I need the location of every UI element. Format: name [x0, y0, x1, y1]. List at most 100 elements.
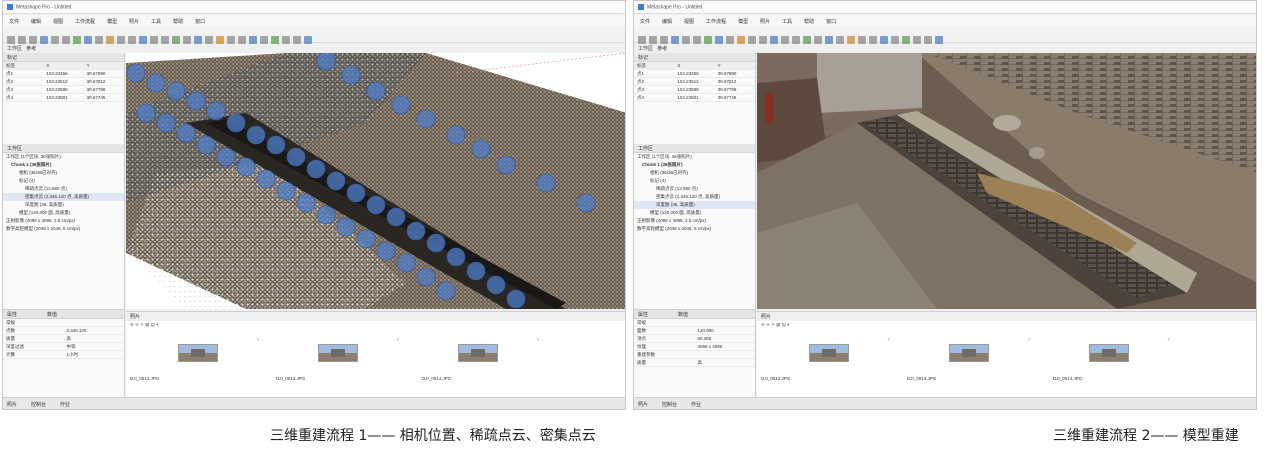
toolbar-tool-icon[interactable] [128, 36, 136, 44]
tab-reference[interactable]: 参考 [26, 46, 36, 52]
camera-marker[interactable] [466, 261, 486, 281]
camera-marker[interactable] [136, 103, 156, 123]
tab-console[interactable]: 控制台 [31, 402, 46, 408]
tree-item[interactable]: 深度图 (36, 高质量) [3, 201, 124, 209]
toolbar-tool-icon[interactable] [62, 36, 70, 44]
3d-viewport-textured-model[interactable] [757, 53, 1256, 309]
tree-item[interactable]: 标记 (4) [3, 177, 124, 185]
table-row[interactable]: 点3 104.23588 30.67798 [3, 86, 124, 94]
toolbar-tool-icon[interactable] [117, 36, 125, 44]
toolbar-tool-icon[interactable] [682, 36, 690, 44]
toolbar-tool-icon[interactable] [150, 36, 158, 44]
toolbar-tool-icon[interactable] [95, 36, 103, 44]
tree-item[interactable]: Chunk 1 (36张照片) [634, 161, 755, 169]
tree-item[interactable]: 深度图 (36, 高质量) [634, 201, 755, 209]
menu-view[interactable]: 视图 [53, 19, 63, 25]
camera-marker[interactable] [396, 253, 416, 273]
toolbar-tool-icon[interactable] [748, 36, 756, 44]
col-x[interactable]: X [674, 63, 714, 68]
table-row[interactable]: 点1 104.23456 30.67890 [3, 70, 124, 78]
photo-thumbnail[interactable] [949, 344, 989, 362]
photo-thumbnail[interactable] [318, 344, 358, 362]
camera-marker[interactable] [486, 275, 506, 295]
model-view[interactable] [757, 53, 1256, 309]
tree-item[interactable]: 密集点云 (2,345,120 点, 高质量) [3, 193, 124, 201]
toolbar-tool-icon[interactable] [715, 36, 723, 44]
toolbar-tool-icon[interactable] [770, 36, 778, 44]
camera-marker[interactable] [206, 101, 226, 121]
camera-marker[interactable] [406, 221, 426, 241]
toolbar-tool-icon[interactable] [759, 36, 767, 44]
tab-workspace[interactable]: 工作区 [7, 46, 22, 52]
toolbar-tool-icon[interactable] [260, 36, 268, 44]
point-cloud-view[interactable] [126, 53, 625, 309]
toolbar-tool-icon[interactable] [18, 36, 26, 44]
tree-item[interactable]: 相机 (36/36已对齐) [3, 169, 124, 177]
col-label[interactable]: 标签 [3, 63, 43, 69]
toolbar-tool-icon[interactable] [825, 36, 833, 44]
toolbar-tool-icon[interactable] [869, 36, 877, 44]
tab-reference[interactable]: 参考 [657, 46, 667, 52]
toolbar-tool-icon[interactable] [836, 36, 844, 44]
menu-window[interactable]: 窗口 [195, 19, 205, 25]
camera-marker[interactable] [216, 147, 236, 167]
camera-marker[interactable] [196, 135, 216, 155]
col-y[interactable]: Y [84, 63, 124, 68]
toolbar-tool-icon[interactable] [803, 36, 811, 44]
table-row[interactable]: 点3 104.23588 30.67798 [634, 86, 755, 94]
camera-marker[interactable] [446, 247, 466, 267]
menu-workflow[interactable]: 工作流程 [75, 19, 95, 25]
camera-marker[interactable] [336, 217, 356, 237]
col-y[interactable]: Y [715, 63, 755, 68]
tab-console[interactable]: 控制台 [662, 402, 677, 408]
toolbar-tool-icon[interactable] [84, 36, 92, 44]
camera-marker[interactable] [316, 53, 336, 71]
camera-marker[interactable] [426, 233, 446, 253]
toolbar-tool-icon[interactable] [304, 36, 312, 44]
toolbar-tool-icon[interactable] [704, 36, 712, 44]
menu-file[interactable]: 文件 [9, 19, 19, 25]
camera-marker[interactable] [256, 169, 276, 189]
toolbar-tool-icon[interactable] [660, 36, 668, 44]
toolbar-tool-icon[interactable] [814, 36, 822, 44]
camera-marker[interactable] [366, 81, 386, 101]
camera-marker[interactable] [416, 267, 436, 287]
toolbar-tool-icon[interactable] [271, 36, 279, 44]
menu-photo[interactable]: 照片 [129, 19, 139, 25]
menu-tools[interactable]: 工具 [151, 19, 161, 25]
photo-thumbnail[interactable] [458, 344, 498, 362]
menu-view[interactable]: 视图 [684, 19, 694, 25]
tab-jobs[interactable]: 作业 [60, 402, 70, 408]
toolbar-tool-icon[interactable] [726, 36, 734, 44]
toolbar-tool-icon[interactable] [649, 36, 657, 44]
toolbar-tool-icon[interactable] [183, 36, 191, 44]
menu-file[interactable]: 文件 [640, 19, 650, 25]
toolbar-tool-icon[interactable] [40, 36, 48, 44]
tree-item[interactable]: 工作区 (1个区块, 36张照片) [634, 153, 755, 161]
toolbar-tool-icon[interactable] [51, 36, 59, 44]
tree-item[interactable]: 密集点云 (2,345,120 点, 高质量) [634, 193, 755, 201]
camera-marker[interactable] [306, 159, 326, 179]
menu-tools[interactable]: 工具 [782, 19, 792, 25]
camera-marker[interactable] [146, 73, 166, 93]
camera-marker[interactable] [286, 147, 306, 167]
tree-item[interactable]: 稀疏点云 (12,580 点) [3, 185, 124, 193]
toolbar-tool-icon[interactable] [139, 36, 147, 44]
tree-item[interactable]: Chunk 1 (36张照片) [3, 161, 124, 169]
camera-marker[interactable] [326, 171, 346, 191]
toolbar-tool-icon[interactable] [924, 36, 932, 44]
tree-item[interactable]: 工作区 (1个区块, 36张照片) [3, 153, 124, 161]
tree-item[interactable]: 数字高程模型 (2048 x 2048, 5 cm/px) [634, 225, 755, 233]
menu-edit[interactable]: 编辑 [31, 19, 41, 25]
toolbar-tool-icon[interactable] [7, 36, 15, 44]
toolbar-tool-icon[interactable] [913, 36, 921, 44]
camera-marker[interactable] [496, 155, 516, 175]
toolbar-tool-icon[interactable] [847, 36, 855, 44]
tab-photos[interactable]: 照片 [638, 402, 648, 408]
tree-item[interactable]: 模型 (120,000 面, 高质量) [634, 209, 755, 217]
toolbar-tool-icon[interactable] [227, 36, 235, 44]
col-label[interactable]: 标签 [634, 63, 674, 69]
table-row[interactable]: 点4 104.23601 30.67745 [3, 94, 124, 102]
camera-marker[interactable] [391, 95, 411, 115]
camera-marker[interactable] [366, 195, 386, 215]
